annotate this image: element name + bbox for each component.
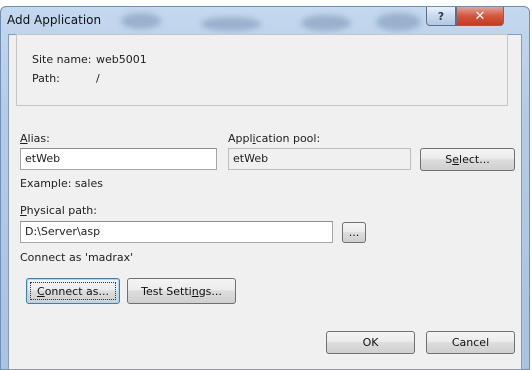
site-name-value: web5001 <box>96 53 147 66</box>
close-icon: ✕ <box>474 8 486 24</box>
select-button[interactable]: Se lect... <box>420 148 515 171</box>
cancel-button[interactable]: Cancel <box>426 331 515 354</box>
help-icon: ? <box>437 9 445 23</box>
alias-example: Example: sales <box>20 177 103 190</box>
test-settings-button[interactable]: Test Setti n gs... <box>127 278 236 304</box>
connect-as-button[interactable]: Connect as... <box>26 278 120 304</box>
alias-input[interactable]: etWeb <box>20 148 217 170</box>
ok-button[interactable]: OK <box>326 331 415 354</box>
site-info-box <box>16 34 508 106</box>
path-label: Path: <box>32 72 60 85</box>
close-button[interactable]: ✕ <box>456 7 504 26</box>
browse-button[interactable]: ... <box>342 222 366 243</box>
application-pool-field: etWeb <box>228 148 411 170</box>
connect-as-status: Connect as 'madrax' <box>20 251 134 264</box>
title-bar[interactable]: Add Application ? ✕ <box>1 7 529 35</box>
application-pool-label: Application pool: <box>228 132 321 145</box>
physical-path-label: Physical path: <box>20 204 97 217</box>
physical-path-input[interactable]: D:\Server\asp <box>20 221 333 243</box>
ellipsis-icon: ... <box>348 226 360 239</box>
site-name-label: Site name: <box>32 53 92 66</box>
help-button[interactable]: ? <box>426 7 456 26</box>
path-value: / <box>96 72 100 85</box>
alias-label: Alias: <box>20 132 50 145</box>
dialog-title: Add Application <box>7 13 102 27</box>
